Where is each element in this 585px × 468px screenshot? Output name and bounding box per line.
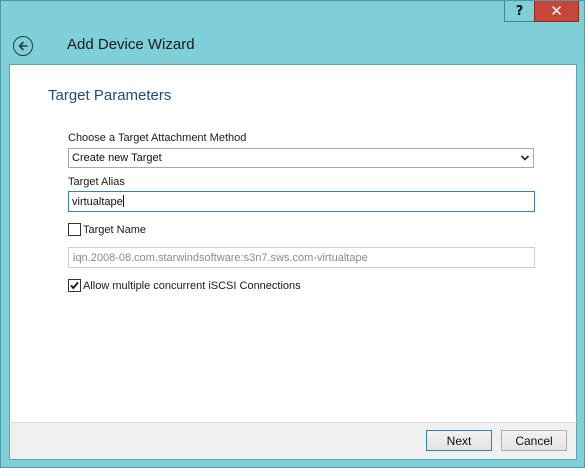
close-button[interactable]: ✕ <box>534 1 579 22</box>
wizard-footer: Next Cancel <box>9 422 577 460</box>
close-icon: ✕ <box>550 2 563 20</box>
wizard-title: Add Device Wizard <box>67 36 195 53</box>
multi-connections-checkbox[interactable] <box>68 279 81 292</box>
target-alias-value: virtualtape <box>72 196 123 208</box>
target-name-row: Target Name <box>68 223 146 236</box>
multi-connections-row: Allow multiple concurrent iSCSI Connecti… <box>68 279 301 292</box>
target-name-checkbox[interactable] <box>68 223 81 236</box>
multi-connections-label: Allow multiple concurrent iSCSI Connecti… <box>83 279 301 292</box>
next-button[interactable]: Next <box>426 430 492 451</box>
back-arrow-icon <box>18 41 28 51</box>
checkmark-icon <box>70 281 79 290</box>
help-icon: ? <box>515 3 524 19</box>
cancel-button[interactable]: Cancel <box>501 430 567 451</box>
back-button[interactable] <box>13 36 33 56</box>
attachment-method-select[interactable]: Create new Target <box>68 148 534 168</box>
target-alias-input[interactable]: virtualtape <box>68 191 535 212</box>
wizard-window: ? ✕ Add Device Wizard Target Parameters … <box>0 0 585 468</box>
help-button[interactable]: ? <box>504 1 535 22</box>
attachment-method-value: Create new Target <box>72 152 162 164</box>
chevron-down-icon <box>520 155 530 161</box>
target-alias-label: Target Alias <box>68 176 125 188</box>
target-name-value: iqn.2008-08.com.starwindsoftware:s3n7.sw… <box>73 252 368 264</box>
text-caret <box>122 195 124 207</box>
attachment-method-label: Choose a Target Attachment Method <box>68 132 247 144</box>
content-panel: Target Parameters Choose a Target Attach… <box>9 64 577 422</box>
target-name-input: iqn.2008-08.com.starwindsoftware:s3n7.sw… <box>68 247 535 268</box>
section-title: Target Parameters <box>48 87 172 104</box>
target-name-label: Target Name <box>83 223 146 236</box>
